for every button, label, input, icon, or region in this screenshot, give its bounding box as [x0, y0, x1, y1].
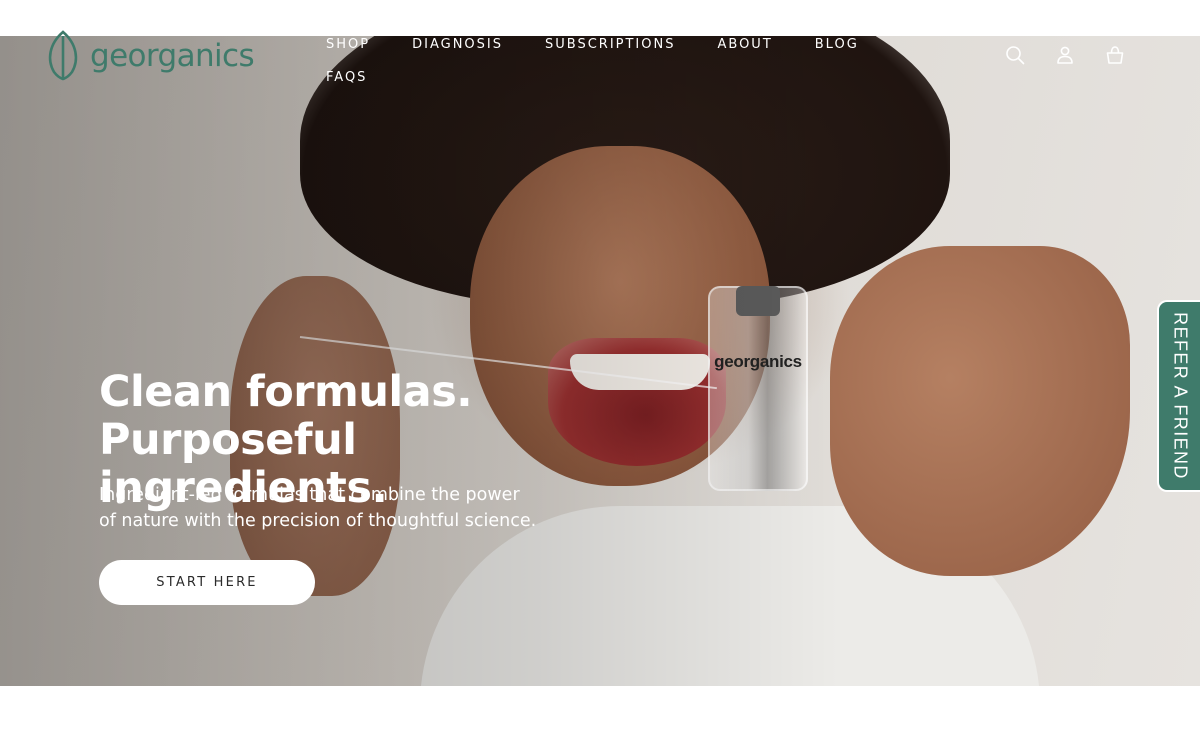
account-icon[interactable]	[1054, 44, 1076, 66]
leaf-logo-icon	[48, 30, 78, 81]
site-logo[interactable]: georganics	[44, 30, 255, 82]
nav-row: SHOP DIAGNOSIS SUBSCRIPTIONS ABOUT BLOG	[326, 22, 886, 66]
nav-item-subscriptions[interactable]: SUBSCRIPTIONS	[545, 37, 675, 52]
header-icons	[1004, 44, 1126, 66]
nav-item-blog[interactable]: BLOG	[815, 37, 859, 52]
start-here-button[interactable]: START HERE	[99, 560, 315, 605]
search-icon[interactable]	[1004, 44, 1026, 66]
hero-subtitle-line1: Ingredient-led formulas that combine the…	[99, 485, 520, 505]
main-nav: SHOP DIAGNOSIS SUBSCRIPTIONS ABOUT BLOG …	[326, 22, 886, 86]
page: georganics georganics SHOP DIAGNOSIS SUB…	[0, 0, 1200, 750]
hero-subtitle: Ingredient-led formulas that combine the…	[99, 482, 559, 534]
refer-a-friend-tab[interactable]: REFER A FRIEND	[1157, 300, 1200, 492]
cart-icon[interactable]	[1104, 44, 1126, 66]
nav-item-faqs[interactable]: FAQS	[326, 70, 367, 85]
nav-item-about[interactable]: ABOUT	[717, 37, 772, 52]
nav-item-diagnosis[interactable]: DIAGNOSIS	[412, 37, 503, 52]
hero-subtitle-line2: of nature with the precision of thoughtf…	[99, 511, 537, 531]
refer-a-friend-label: REFER A FRIEND	[1170, 312, 1190, 480]
nav-item-shop[interactable]: SHOP	[326, 37, 370, 52]
hero-title-line1: Clean formulas.	[99, 367, 473, 417]
logo-wordmark: georganics	[90, 38, 255, 74]
